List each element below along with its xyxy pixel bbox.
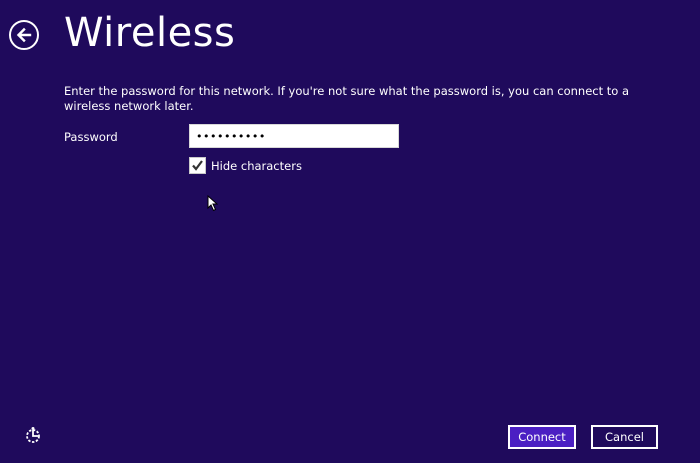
password-label: Password: [64, 130, 118, 144]
instructions-text: Enter the password for this network. If …: [64, 84, 630, 113]
checkmark-icon: [192, 160, 203, 171]
page-title: Wireless: [64, 10, 236, 56]
back-button[interactable]: [9, 20, 39, 50]
mouse-cursor-icon: [207, 195, 218, 212]
hide-characters-toggle[interactable]: Hide characters: [189, 157, 302, 174]
ease-of-access-icon[interactable]: [23, 426, 43, 446]
hide-characters-checkbox[interactable]: [189, 157, 206, 174]
connect-button[interactable]: Connect: [508, 425, 576, 449]
hide-characters-label: Hide characters: [211, 158, 302, 173]
arrow-left-icon: [16, 27, 32, 43]
cancel-button[interactable]: Cancel: [591, 425, 658, 449]
password-input[interactable]: [189, 124, 399, 148]
